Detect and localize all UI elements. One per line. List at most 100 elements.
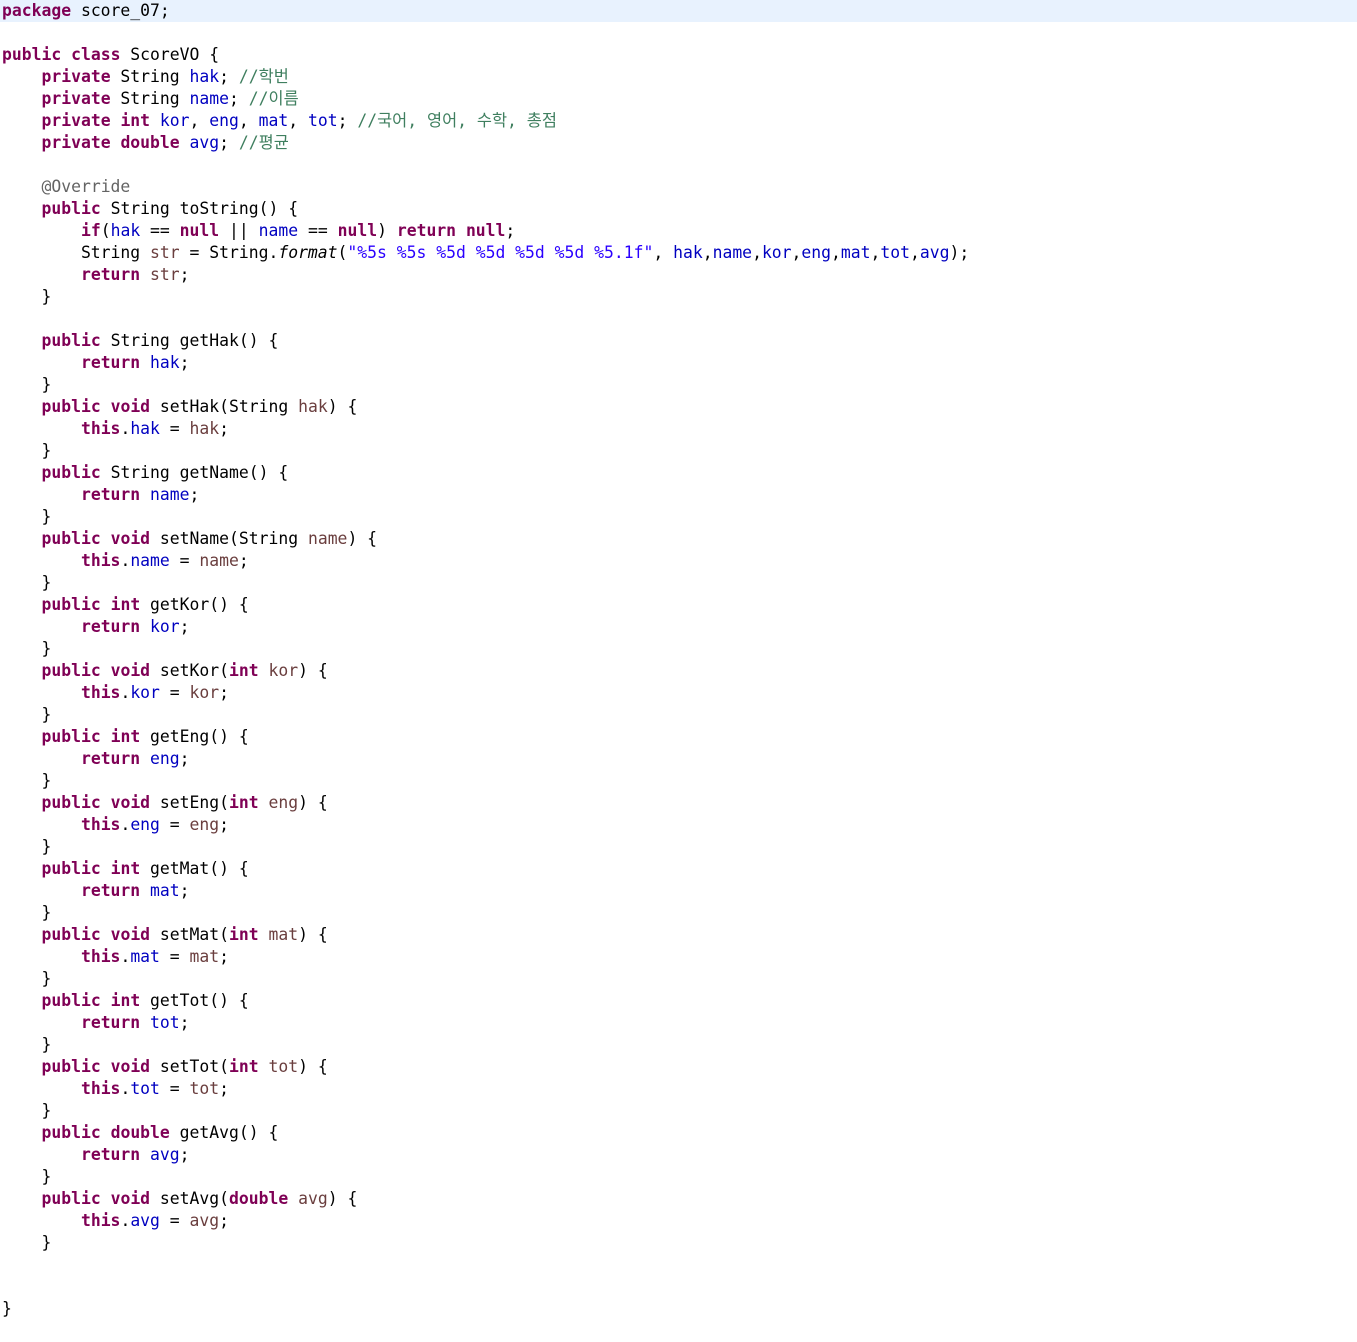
code-line[interactable]: return hak; bbox=[2, 352, 1357, 374]
code-line[interactable]: } bbox=[2, 374, 1357, 396]
code-token-plain: = String. bbox=[179, 243, 279, 262]
code-token-field: avg bbox=[150, 1145, 180, 1164]
code-line[interactable]: public void setName(String name) { bbox=[2, 528, 1357, 550]
code-line[interactable]: public String getName() { bbox=[2, 462, 1357, 484]
code-token-plain: String getHak() { bbox=[100, 331, 279, 350]
code-token-plain: ; bbox=[238, 551, 249, 570]
code-line[interactable]: } bbox=[2, 902, 1357, 924]
code-line[interactable]: this.mat = mat; bbox=[2, 946, 1357, 968]
code-line[interactable]: return mat; bbox=[2, 880, 1357, 902]
code-line[interactable]: public int getMat() { bbox=[2, 858, 1357, 880]
code-token-keyword: double bbox=[229, 1189, 289, 1208]
code-line[interactable]: public void setKor(int kor) { bbox=[2, 660, 1357, 682]
code-line[interactable]: } bbox=[2, 836, 1357, 858]
code-token-keyword: int bbox=[229, 661, 259, 680]
code-line[interactable]: public void setEng(int eng) { bbox=[2, 792, 1357, 814]
code-line[interactable]: } bbox=[2, 1232, 1357, 1254]
code-line[interactable]: @Override bbox=[2, 176, 1357, 198]
code-line[interactable]: } bbox=[2, 1100, 1357, 1122]
code-line[interactable]: public double getAvg() { bbox=[2, 1122, 1357, 1144]
code-editor[interactable]: package score_07; public class ScoreVO { … bbox=[0, 0, 1357, 1342]
code-line[interactable] bbox=[2, 22, 1357, 44]
code-line[interactable]: return str; bbox=[2, 264, 1357, 286]
code-line[interactable]: return eng; bbox=[2, 748, 1357, 770]
code-line[interactable]: return tot; bbox=[2, 1012, 1357, 1034]
code-line[interactable]: public String getHak() { bbox=[2, 330, 1357, 352]
code-token-plain: ) { bbox=[327, 397, 358, 416]
code-line[interactable]: } bbox=[2, 704, 1357, 726]
code-token-keyword: int bbox=[229, 793, 259, 812]
code-line[interactable]: public int getKor() { bbox=[2, 594, 1357, 616]
code-line[interactable]: public int getEng() { bbox=[2, 726, 1357, 748]
code-token-plain: } bbox=[2, 705, 52, 724]
code-line[interactable]: } bbox=[2, 286, 1357, 308]
code-line[interactable] bbox=[2, 1254, 1357, 1276]
code-token-plain: } bbox=[2, 441, 52, 460]
code-line[interactable]: this.avg = avg; bbox=[2, 1210, 1357, 1232]
code-line[interactable]: private String hak; //학번 bbox=[2, 66, 1357, 88]
code-line[interactable]: } bbox=[2, 968, 1357, 990]
code-token-param: hak bbox=[298, 397, 328, 416]
code-token-field: eng bbox=[130, 815, 160, 834]
code-line[interactable]: package score_07; bbox=[2, 0, 1357, 22]
code-token-plain: ; bbox=[179, 265, 190, 284]
code-line[interactable]: public void setMat(int mat) { bbox=[2, 924, 1357, 946]
code-line[interactable]: private String name; //이름 bbox=[2, 88, 1357, 110]
code-line[interactable] bbox=[2, 154, 1357, 176]
code-line[interactable]: return kor; bbox=[2, 616, 1357, 638]
code-line[interactable]: } bbox=[2, 770, 1357, 792]
code-line[interactable]: private double avg; //평균 bbox=[2, 132, 1357, 154]
code-line[interactable]: if(hak == null || name == null) return n… bbox=[2, 220, 1357, 242]
code-line[interactable]: } bbox=[2, 1034, 1357, 1056]
code-token-plain: } bbox=[2, 287, 52, 306]
code-line[interactable]: } bbox=[2, 1166, 1357, 1188]
code-line[interactable]: this.eng = eng; bbox=[2, 814, 1357, 836]
code-line[interactable]: public String toString() { bbox=[2, 198, 1357, 220]
code-line[interactable] bbox=[2, 308, 1357, 330]
code-line[interactable]: this.kor = kor; bbox=[2, 682, 1357, 704]
code-line[interactable]: String str = String.format("%5s %5s %5d … bbox=[2, 242, 1357, 264]
code-token-plain: ; bbox=[219, 133, 239, 152]
code-token-plain: } bbox=[2, 1299, 12, 1318]
code-token-plain: ) { bbox=[298, 793, 328, 812]
code-token-plain: , bbox=[288, 111, 308, 130]
code-token-keyword: void bbox=[110, 1189, 151, 1208]
code-token-plain: ) { bbox=[347, 529, 378, 548]
code-line[interactable]: return avg; bbox=[2, 1144, 1357, 1166]
code-line[interactable]: public void setTot(int tot) { bbox=[2, 1056, 1357, 1078]
code-line[interactable]: } bbox=[2, 506, 1357, 528]
code-line[interactable]: public class ScoreVO { bbox=[2, 44, 1357, 66]
code-line[interactable]: private int kor, eng, mat, tot; //국어, 영어… bbox=[2, 110, 1357, 132]
code-line[interactable]: this.hak = hak; bbox=[2, 418, 1357, 440]
code-token-keyword: return bbox=[80, 265, 141, 284]
code-line[interactable]: } bbox=[2, 440, 1357, 462]
code-token-plain: == bbox=[140, 221, 180, 240]
code-line[interactable]: public void setAvg(double avg) { bbox=[2, 1188, 1357, 1210]
code-token-keyword: null bbox=[337, 221, 378, 240]
code-line[interactable]: } bbox=[2, 1298, 1357, 1320]
code-line[interactable]: } bbox=[2, 572, 1357, 594]
code-line[interactable]: return name; bbox=[2, 484, 1357, 506]
code-line[interactable]: this.tot = tot; bbox=[2, 1078, 1357, 1100]
code-token-field: tot bbox=[150, 1013, 180, 1032]
code-token-plain: ) { bbox=[298, 925, 328, 944]
code-line[interactable]: public int getTot() { bbox=[2, 990, 1357, 1012]
code-line[interactable]: this.name = name; bbox=[2, 550, 1357, 572]
code-token-plain: getKor() { bbox=[140, 595, 249, 614]
code-line[interactable] bbox=[2, 1276, 1357, 1298]
code-line[interactable]: } bbox=[2, 638, 1357, 660]
code-token-annotation: @Override bbox=[41, 177, 131, 196]
code-line[interactable]: public void setHak(String hak) { bbox=[2, 396, 1357, 418]
code-token-plain: . bbox=[120, 1079, 131, 1098]
code-token-plain: ) bbox=[377, 221, 397, 240]
